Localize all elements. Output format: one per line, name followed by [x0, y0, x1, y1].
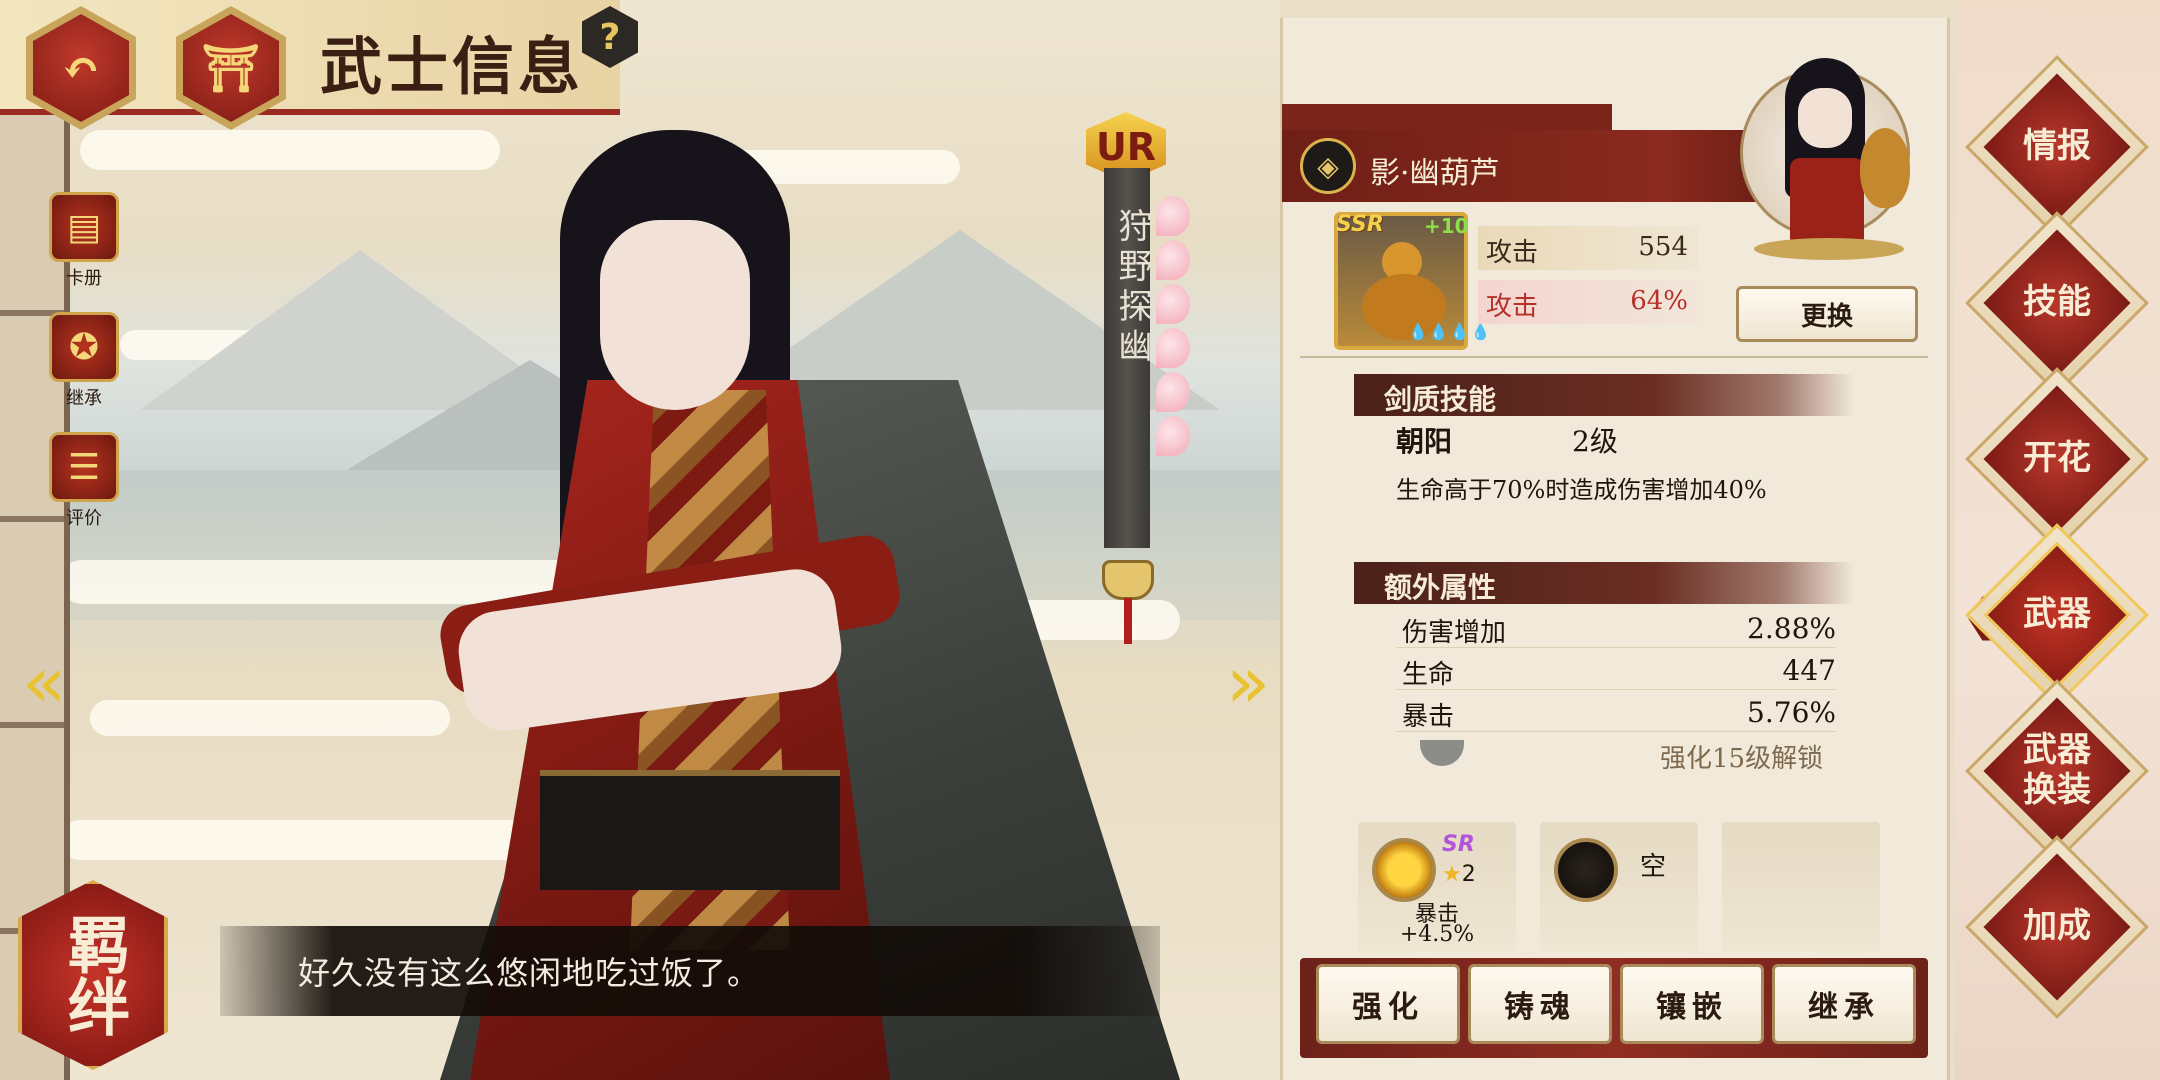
- charm-icon: [1102, 560, 1154, 600]
- petal-star-icon: [1156, 284, 1190, 324]
- stat-value: 64%: [1630, 286, 1688, 316]
- gem-rarity: SR: [1442, 832, 1475, 857]
- prev-character-arrow-icon[interactable]: «: [22, 640, 66, 724]
- stat-label: 攻击: [1486, 292, 1539, 322]
- gem-stat-value: +4.5%: [1399, 922, 1475, 947]
- sidebar-item-card-album[interactable]: ▤ 卡册: [46, 192, 122, 290]
- pentagram-icon: ✪: [49, 312, 119, 382]
- petal-star-icon: [1156, 416, 1190, 456]
- weapon-rarity-badge: SSR: [1336, 212, 1384, 237]
- back-arrow-icon: ↶: [33, 14, 129, 122]
- empty-gem-icon: [1554, 838, 1618, 902]
- skill-name: 朝阳: [1396, 425, 1453, 458]
- petal-star-icon: [1156, 240, 1190, 280]
- attribute-value: 2.88%: [1747, 612, 1836, 645]
- dialogue-text: 好久没有这么悠闲地吃过饭了。: [298, 954, 761, 992]
- divider: [1300, 356, 1928, 358]
- attribute-row: 暴击 5.76%: [1396, 690, 1836, 732]
- sidebar-item-inherit[interactable]: ✪ 继承: [46, 312, 122, 410]
- stat-label: 攻击: [1486, 238, 1539, 268]
- tab-label: 开花: [2023, 438, 2091, 478]
- review-icon: ☰: [49, 432, 119, 502]
- dialogue-box[interactable]: 好久没有这么悠闲地吃过饭了。: [220, 926, 1160, 1016]
- skill-description: 生命高于70%时造成伤害增加40%: [1396, 476, 1767, 504]
- section-title: 额外属性: [1384, 571, 1497, 604]
- page-title: 武士信息: [320, 30, 585, 103]
- tab-label: 情报: [2023, 126, 2091, 166]
- water-drop-icons: 💧💧💧💧: [1408, 322, 1492, 341]
- inlay-button[interactable]: 镶嵌: [1620, 964, 1764, 1044]
- enhance-button[interactable]: 强化: [1316, 964, 1460, 1044]
- card-album-icon: ▤: [49, 192, 119, 262]
- sidebar-item-label: 评价: [66, 508, 102, 529]
- fox-mask-icon: ◈: [1300, 138, 1356, 194]
- attribute-value: 447: [1782, 654, 1836, 687]
- sword-skill-heading: 剑质技能: [1354, 374, 1854, 416]
- section-title: 剑质技能: [1384, 383, 1497, 416]
- skill-level: 2级: [1572, 425, 1618, 458]
- character-name: 狩野探幽: [1112, 208, 1152, 368]
- petal-star-icon: [1156, 372, 1190, 412]
- attribute-label: 生命: [1402, 660, 1455, 690]
- sidebar-item-review[interactable]: ☰ 评价: [46, 432, 122, 530]
- extra-attributes-heading: 额外属性: [1354, 562, 1854, 604]
- weapon-enhance-level: +10: [1424, 214, 1469, 238]
- attribute-label: 伤害增加: [1402, 618, 1507, 648]
- petal-star-icon: [1156, 328, 1190, 368]
- gem-slot-1[interactable]: SR ★2 暴击 +4.5%: [1358, 822, 1516, 952]
- sidebar-item-label: 继承: [66, 388, 102, 409]
- attribute-row: 伤害增加 2.88%: [1396, 606, 1836, 648]
- bond-button[interactable]: 羁绊: [18, 880, 168, 1070]
- soul-forge-button[interactable]: 铸魂: [1468, 964, 1612, 1044]
- unlock-hint: 强化15级解锁: [1660, 744, 1824, 774]
- torii-gate-icon: ⛩: [183, 14, 279, 122]
- weapon-stat-attack-pct: 攻击 64%: [1478, 280, 1698, 324]
- change-weapon-button[interactable]: 更换: [1736, 286, 1918, 342]
- gem-stars: ★2: [1442, 862, 1476, 887]
- tab-label: 武器: [2023, 594, 2091, 634]
- petal-star-icon: [1156, 196, 1190, 236]
- attribute-row: 生命 447: [1396, 648, 1836, 690]
- charm-tassel: [1124, 598, 1132, 644]
- gem-star-count: 2: [1461, 862, 1476, 887]
- chibi-avatar: [1740, 58, 1920, 268]
- weapon-name: 影·幽葫芦: [1370, 156, 1500, 191]
- star-icon: ★: [1442, 862, 1462, 887]
- character-name-strip: 狩野探幽: [1104, 168, 1152, 548]
- weapon-stat-attack: 攻击 554: [1478, 226, 1698, 270]
- tab-label: 加成: [2023, 906, 2091, 946]
- gem-icon: [1372, 838, 1436, 902]
- stat-value: 554: [1638, 232, 1688, 262]
- tab-label: 技能: [2023, 282, 2091, 322]
- next-character-arrow-icon[interactable]: »: [1226, 640, 1270, 724]
- tab-label: 武器换装: [2023, 730, 2091, 810]
- gem-slot-3[interactable]: [1722, 822, 1880, 952]
- gem-slot-2[interactable]: 空: [1540, 822, 1698, 952]
- gem-empty-label: 空: [1640, 852, 1667, 882]
- attribute-label: 暴击: [1402, 702, 1455, 732]
- attribute-value: 5.76%: [1747, 696, 1836, 729]
- inherit-button[interactable]: 继承: [1772, 964, 1916, 1044]
- sidebar-item-label: 卡册: [66, 268, 102, 289]
